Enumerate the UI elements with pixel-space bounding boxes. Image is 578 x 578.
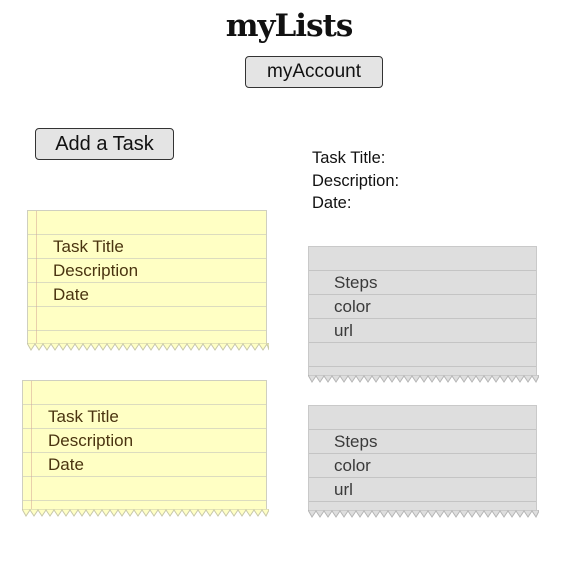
app-title: myLists bbox=[225, 8, 354, 44]
add-task-button[interactable]: Add a Task bbox=[35, 128, 174, 160]
step-card[interactable]: Steps color url bbox=[308, 246, 539, 383]
step-card-url: url bbox=[334, 321, 353, 340]
step-card[interactable]: Steps color url bbox=[308, 405, 539, 518]
step-card-steps: Steps bbox=[334, 432, 378, 451]
task-card[interactable]: Task Title Description Date bbox=[22, 380, 269, 517]
app-root: myLists myAccount Add a Task Task Title:… bbox=[0, 0, 578, 578]
description-label: Description: bbox=[312, 171, 400, 190]
step-card-url: url bbox=[334, 480, 353, 499]
task-card-title: Task Title bbox=[48, 407, 119, 426]
date-label: Date: bbox=[312, 194, 352, 212]
my-account-button[interactable]: myAccount bbox=[245, 56, 383, 88]
torn-edge bbox=[308, 510, 539, 518]
step-card-color: color bbox=[334, 456, 371, 475]
step-card-steps: Steps bbox=[334, 273, 378, 292]
torn-edge bbox=[308, 375, 539, 383]
task-card-title: Task Title bbox=[53, 237, 124, 256]
torn-edge bbox=[27, 343, 269, 351]
task-card-description: Description bbox=[53, 261, 139, 280]
task-detail-panel: Task Title: Description: Date: bbox=[312, 147, 399, 215]
task-card[interactable]: Task Title Description Date bbox=[27, 210, 269, 351]
task-card-date: Date bbox=[53, 285, 89, 304]
task-title-label: Task Title: bbox=[312, 149, 386, 167]
task-card-date: Date bbox=[48, 455, 84, 474]
torn-edge bbox=[22, 509, 269, 517]
step-card-color: color bbox=[334, 297, 371, 316]
task-card-description: Description bbox=[48, 431, 134, 450]
